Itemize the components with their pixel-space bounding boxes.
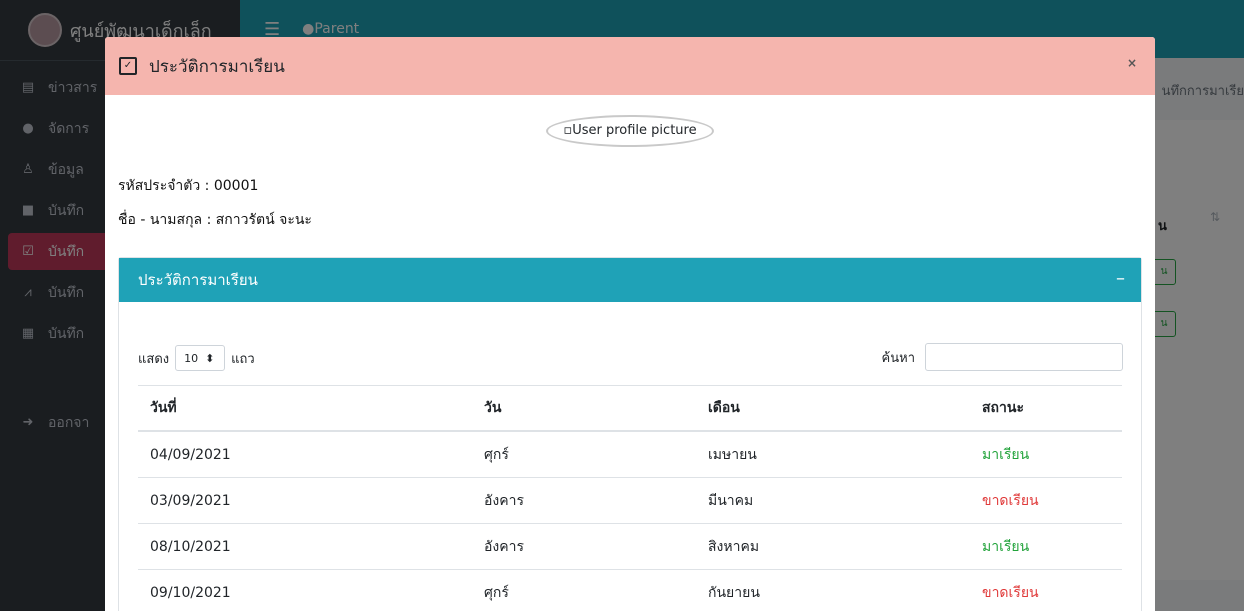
student-id: รหัสประจำตัว : 00001 — [118, 178, 259, 194]
table-row: 04/09/2021 ศุกร์ เมษายน มาเรียน — [138, 431, 1122, 478]
cell-day: ศุกร์ — [472, 431, 696, 478]
table-row: 08/10/2021 อังคาร สิงหาคม มาเรียน — [138, 523, 1122, 570]
cell-status: มาเรียน — [970, 523, 1122, 570]
cell-month: มีนาคม — [696, 477, 970, 524]
attendance-table: วันที่ วัน เดือน สถานะ 04/09/2021 ศุกร์ … — [138, 385, 1122, 611]
modal-title: ✓ ประวัติการมาเรียน — [119, 53, 285, 80]
card-header: ประวัติการมาเรียน – — [119, 258, 1141, 302]
cell-day: อังคาร — [472, 477, 696, 524]
cell-date: 04/09/2021 — [138, 431, 472, 478]
cell-date: 08/10/2021 — [138, 523, 472, 570]
close-button[interactable]: × — [1127, 56, 1137, 70]
card-title: ประวัติการมาเรียน — [138, 271, 258, 289]
cell-day: ศุกร์ — [472, 569, 696, 611]
column-header-day[interactable]: วัน — [472, 385, 696, 432]
page-length-select[interactable]: 10 ⬍ — [175, 345, 226, 371]
column-header-date[interactable]: วันที่ — [138, 385, 472, 432]
profile-picture: ▫User profile picture — [546, 115, 714, 147]
cell-month: สิงหาคม — [696, 523, 970, 570]
table-row: 09/10/2021 ศุกร์ กันยายน ขาดเรียน — [138, 569, 1122, 611]
attendance-card: ประวัติการมาเรียน – แสดง 10 ⬍ แถว ค้นหา … — [118, 257, 1142, 611]
cell-date: 09/10/2021 — [138, 569, 472, 611]
column-header-status[interactable]: สถานะ — [970, 385, 1122, 432]
table-search: ค้นหา — [882, 343, 1123, 371]
cell-status: มาเรียน — [970, 431, 1122, 478]
cell-month: เมษายน — [696, 431, 970, 478]
cell-status: ขาดเรียน — [970, 569, 1122, 611]
broken-image-icon: ▫ — [563, 123, 573, 138]
cell-month: กันยายน — [696, 569, 970, 611]
column-header-month[interactable]: เดือน — [696, 385, 970, 432]
table-row: 03/09/2021 อังคาร มีนาคม ขาดเรียน — [138, 477, 1122, 524]
attendance-history-modal: ✓ ประวัติการมาเรียน × ▫User profile pict… — [105, 37, 1155, 611]
collapse-button[interactable]: – — [1116, 268, 1125, 289]
cell-status: ขาดเรียน — [970, 477, 1122, 524]
calendar-check-icon: ✓ — [119, 57, 137, 75]
page-length: แสดง 10 ⬍ แถว — [138, 345, 255, 371]
cell-date: 03/09/2021 — [138, 477, 472, 524]
cell-day: อังคาร — [472, 523, 696, 570]
modal-header: ✓ ประวัติการมาเรียน × — [105, 37, 1155, 95]
search-input[interactable] — [925, 343, 1123, 371]
student-name: ชื่อ - นามสกุล : สกาวรัตน์ จะนะ — [118, 212, 312, 228]
